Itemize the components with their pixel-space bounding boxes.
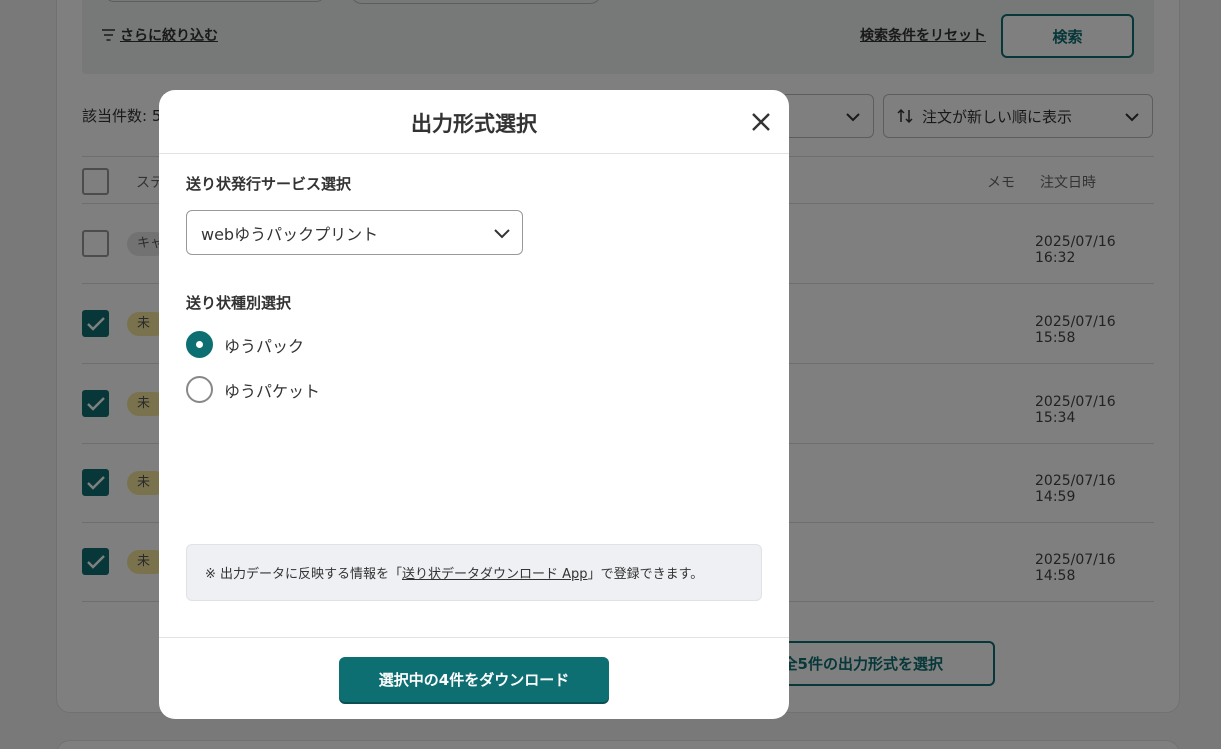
type-section-label: 送り状種別選択 (186, 294, 292, 312)
note-prefix: ※ 出力データに反映する情報を「 (205, 567, 403, 582)
service-selected-value: webゆうパックプリント (201, 224, 379, 244)
radio-label: ゆうパケット (224, 381, 321, 401)
output-format-modal: 出力形式選択 送り状発行サービス選択 webゆうパックプリント 送り状種別選択 … (159, 90, 789, 719)
radio-option-yupack[interactable]: ゆうパック (186, 331, 304, 358)
download-button[interactable]: 選択中の4件をダウンロード (339, 657, 609, 702)
modal-footer: 選択中の4件をダウンロード (159, 637, 789, 719)
radio-label: ゆうパック (224, 336, 305, 356)
modal-header: 出力形式選択 (159, 90, 789, 154)
note-app-link[interactable]: 送り状データダウンロード App (402, 563, 588, 582)
radio-button[interactable] (186, 376, 213, 403)
service-select[interactable]: webゆうパックプリント (186, 210, 523, 255)
chevron-down-icon (494, 229, 510, 239)
modal-title: 出力形式選択 (411, 112, 537, 136)
close-icon[interactable] (749, 110, 773, 134)
radio-button[interactable] (186, 331, 213, 358)
note-suffix: 」で登録できます。 (587, 567, 704, 582)
info-note: ※ 出力データに反映する情報を「 送り状データダウンロード App 」で登録でき… (186, 544, 762, 601)
radio-option-yupacket[interactable]: ゆうパケット (186, 376, 320, 403)
service-section-label: 送り状発行サービス選択 (186, 175, 352, 193)
